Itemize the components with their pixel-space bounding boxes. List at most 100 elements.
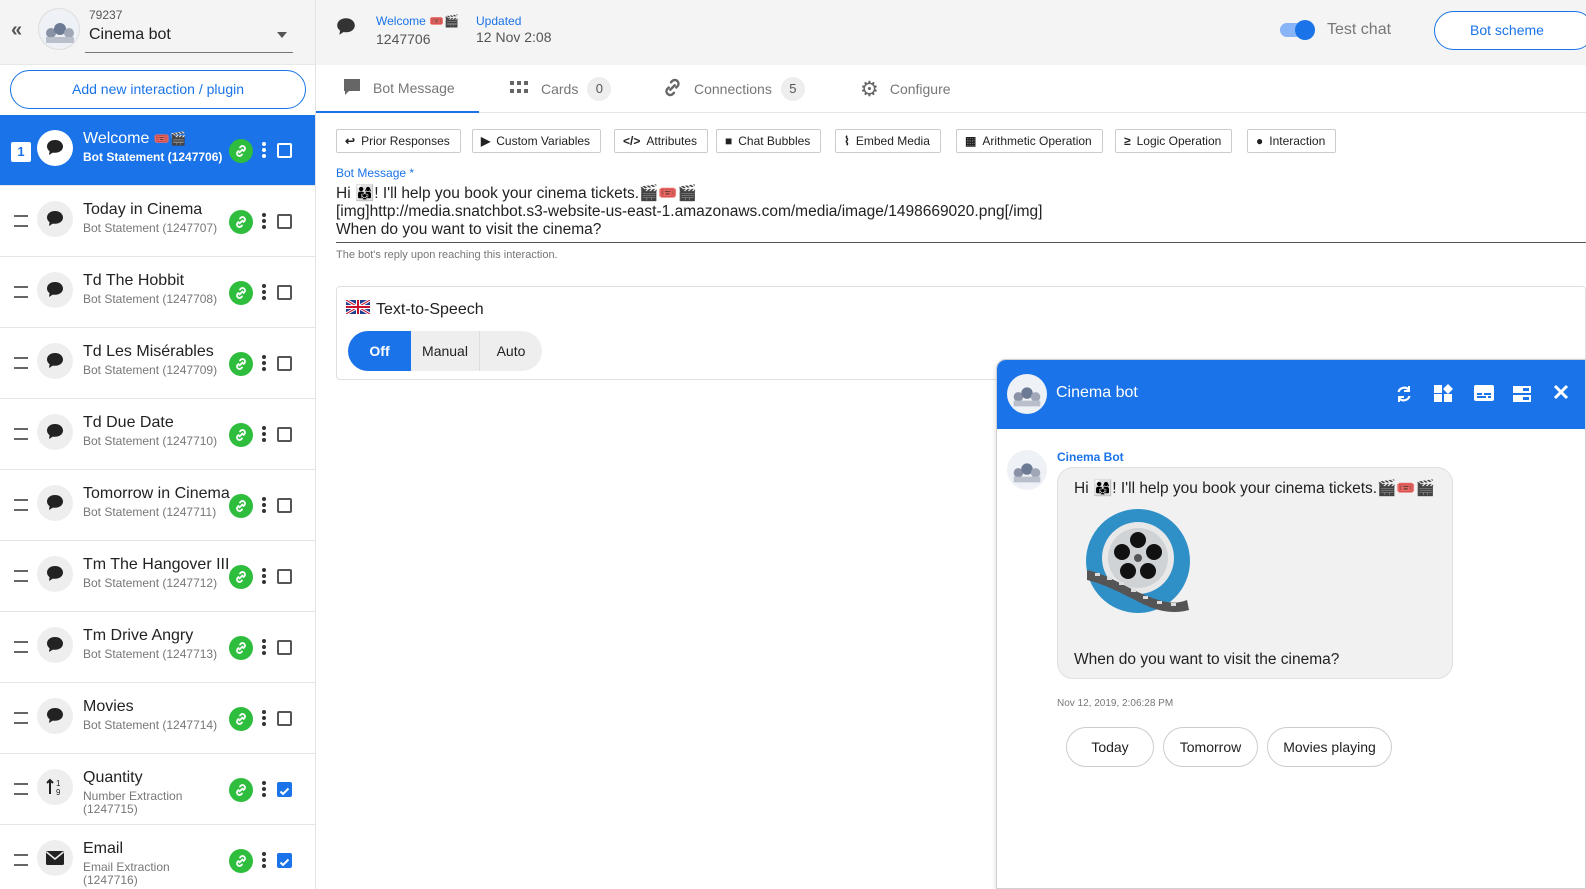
drag-handle-icon[interactable] — [14, 854, 28, 866]
quick-reply-today[interactable]: Today — [1066, 727, 1154, 767]
interaction-header: Welcome 🎟️🎬 1247706 Updated 12 Nov 2:08 … — [316, 0, 1586, 65]
refresh-icon[interactable] — [1394, 384, 1414, 409]
tts-manual-button[interactable]: Manual — [411, 331, 480, 371]
item-checkbox[interactable] — [277, 285, 292, 300]
link-icon[interactable] — [229, 849, 253, 873]
uk-flag-icon — [345, 298, 371, 319]
more-vert-icon[interactable] — [262, 213, 266, 229]
attributes-button[interactable]: </> Attributes — [614, 129, 709, 153]
close-icon[interactable] — [1553, 384, 1569, 405]
chat-bubble-icon — [37, 556, 73, 592]
link-icon[interactable] — [229, 210, 253, 234]
interaction-item[interactable]: Tm Drive Angry Bot Statement (1247713) — [0, 612, 315, 683]
more-vert-icon[interactable] — [262, 497, 266, 513]
interaction-item[interactable]: Td The Hobbit Bot Statement (1247708) — [0, 257, 315, 328]
item-subtitle: Bot Statement (1247706) — [83, 150, 223, 164]
more-vert-icon[interactable] — [262, 142, 266, 158]
link-icon[interactable] — [229, 565, 253, 589]
drag-handle-icon[interactable] — [14, 641, 28, 653]
item-checkbox[interactable] — [277, 498, 292, 513]
item-checkbox[interactable] — [277, 143, 292, 158]
link-icon[interactable] — [229, 423, 253, 447]
collapse-sidebar-icon[interactable]: « — [11, 20, 22, 40]
more-vert-icon[interactable] — [262, 355, 266, 371]
tab-bot-message[interactable]: Bot Message — [316, 65, 479, 113]
drag-handle-icon[interactable] — [14, 570, 28, 582]
link-icon[interactable] — [229, 139, 253, 163]
bot-scheme-button[interactable]: Bot scheme — [1434, 11, 1586, 50]
chat-bubble-icon — [37, 698, 73, 734]
test-chat-toggle[interactable] — [1280, 20, 1315, 40]
more-vert-icon[interactable] — [262, 284, 266, 300]
drag-handle-icon[interactable] — [14, 499, 28, 511]
tab-label: Connections — [694, 81, 772, 97]
link-icon[interactable] — [229, 707, 253, 731]
prior-responses-button[interactable]: ↩ Prior Responses — [336, 129, 461, 153]
item-checkbox[interactable] — [277, 569, 292, 584]
interaction-item[interactable]: 1 Welcome 🎟️🎬 Bot Statement (1247706) — [0, 115, 315, 186]
bot-select[interactable]: Cinema bot — [89, 26, 171, 44]
item-checkbox[interactable] — [277, 214, 292, 229]
embed-media-button[interactable]: ⌇ Embed Media — [835, 129, 941, 153]
more-vert-icon[interactable] — [262, 426, 266, 442]
quick-reply-tomorrow[interactable]: Tomorrow — [1163, 727, 1258, 767]
item-checkbox[interactable] — [277, 427, 292, 442]
item-title: Tm The Hangover III — [83, 556, 230, 573]
item-checkbox[interactable] — [277, 782, 292, 797]
interaction-button[interactable]: ● Interaction — [1247, 129, 1337, 153]
interaction-item[interactable]: Tomorrow in Cinema Bot Statement (124771… — [0, 470, 315, 541]
link-icon[interactable] — [229, 778, 253, 802]
message-text: Hi 👨‍👩‍👧! I'll help you book your cinema… — [1074, 480, 1436, 497]
drag-handle-icon[interactable] — [14, 712, 28, 724]
chat-bubble-icon — [37, 272, 73, 308]
drag-handle-icon[interactable] — [14, 357, 28, 369]
bot-message-textarea[interactable]: Hi 👨‍👩‍👧! I'll help you book your cinema… — [336, 185, 1586, 243]
arithmetic-operation-button[interactable]: ▦ Arithmetic Operation — [956, 129, 1103, 153]
drag-handle-icon[interactable] — [14, 428, 28, 440]
more-vert-icon[interactable] — [262, 568, 266, 584]
custom-variables-button[interactable]: ▶ Custom Variables — [472, 129, 602, 153]
logic-operation-button[interactable]: ≥ Logic Operation — [1115, 129, 1233, 153]
chat-header: Cinema bot — [997, 360, 1585, 429]
tab-cards[interactable]: Cards 0 — [510, 65, 612, 113]
interaction-item[interactable]: Today in Cinema Bot Statement (1247707) — [0, 186, 315, 257]
drag-handle-icon[interactable] — [14, 215, 28, 227]
item-checkbox[interactable] — [277, 853, 292, 868]
tab-connections[interactable]: Connections 5 — [662, 65, 805, 113]
add-interaction-button[interactable]: Add new interaction / plugin — [10, 70, 306, 109]
link-icon[interactable] — [229, 281, 253, 305]
comment-icon: ● — [1256, 134, 1264, 148]
drag-handle-icon[interactable] — [14, 783, 28, 795]
link-icon[interactable] — [229, 352, 253, 376]
interaction-item[interactable]: 19 Quantity Number Extraction (1247715) — [0, 754, 315, 825]
more-vert-icon[interactable] — [262, 639, 266, 655]
tts-off-button[interactable]: Off — [348, 331, 411, 371]
view-agenda-icon[interactable] — [1512, 384, 1532, 409]
interaction-item[interactable]: Td Les Misérables Bot Statement (1247709… — [0, 328, 315, 399]
caret-down-icon[interactable] — [277, 32, 287, 38]
more-vert-icon[interactable] — [262, 852, 266, 868]
item-checkbox[interactable] — [277, 356, 292, 371]
tab-label: Bot Message — [373, 80, 455, 96]
drag-handle-icon[interactable] — [14, 286, 28, 298]
quick-reply-movies-playing[interactable]: Movies playing — [1267, 727, 1392, 767]
item-checkbox[interactable] — [277, 640, 292, 655]
subtitles-icon[interactable] — [1473, 384, 1495, 407]
more-vert-icon[interactable] — [262, 710, 266, 726]
interaction-item[interactable]: Td Due Date Bot Statement (1247710) — [0, 399, 315, 470]
widgets-icon[interactable] — [1433, 384, 1453, 409]
tab-configure[interactable]: ⚙ Configure — [860, 65, 951, 113]
tts-auto-button[interactable]: Auto — [480, 331, 542, 371]
link-icon[interactable] — [229, 636, 253, 660]
link-icon[interactable] — [229, 494, 253, 518]
item-checkbox[interactable] — [277, 711, 292, 726]
chat-bubbles-button[interactable]: ■ Chat Bubbles — [716, 129, 822, 153]
more-vert-icon[interactable] — [262, 781, 266, 797]
interaction-id: 1247706 — [376, 31, 431, 47]
message-text: When do you want to visit the cinema? — [1074, 651, 1340, 668]
interaction-item[interactable]: Movies Bot Statement (1247714) — [0, 683, 315, 754]
interaction-item[interactable]: Tm The Hangover III Bot Statement (12477… — [0, 541, 315, 612]
item-subtitle: Bot Statement (1247709) — [83, 363, 218, 377]
grid-icon — [510, 80, 528, 98]
interaction-item[interactable]: Email Email Extraction (1247716) — [0, 825, 315, 889]
